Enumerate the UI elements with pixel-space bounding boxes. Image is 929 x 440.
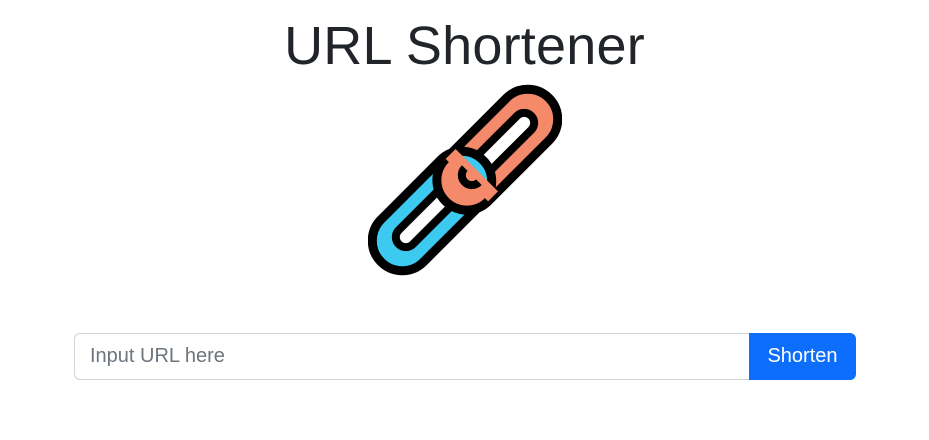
chain-link-icon [367,84,563,276]
url-form: Shorten [74,333,856,380]
page: URL Shortener Input URL here Shorten [0,0,929,440]
shorten-button[interactable]: Shorten [749,333,856,380]
page-title: URL Shortener [284,16,645,76]
url-input[interactable] [74,333,749,380]
